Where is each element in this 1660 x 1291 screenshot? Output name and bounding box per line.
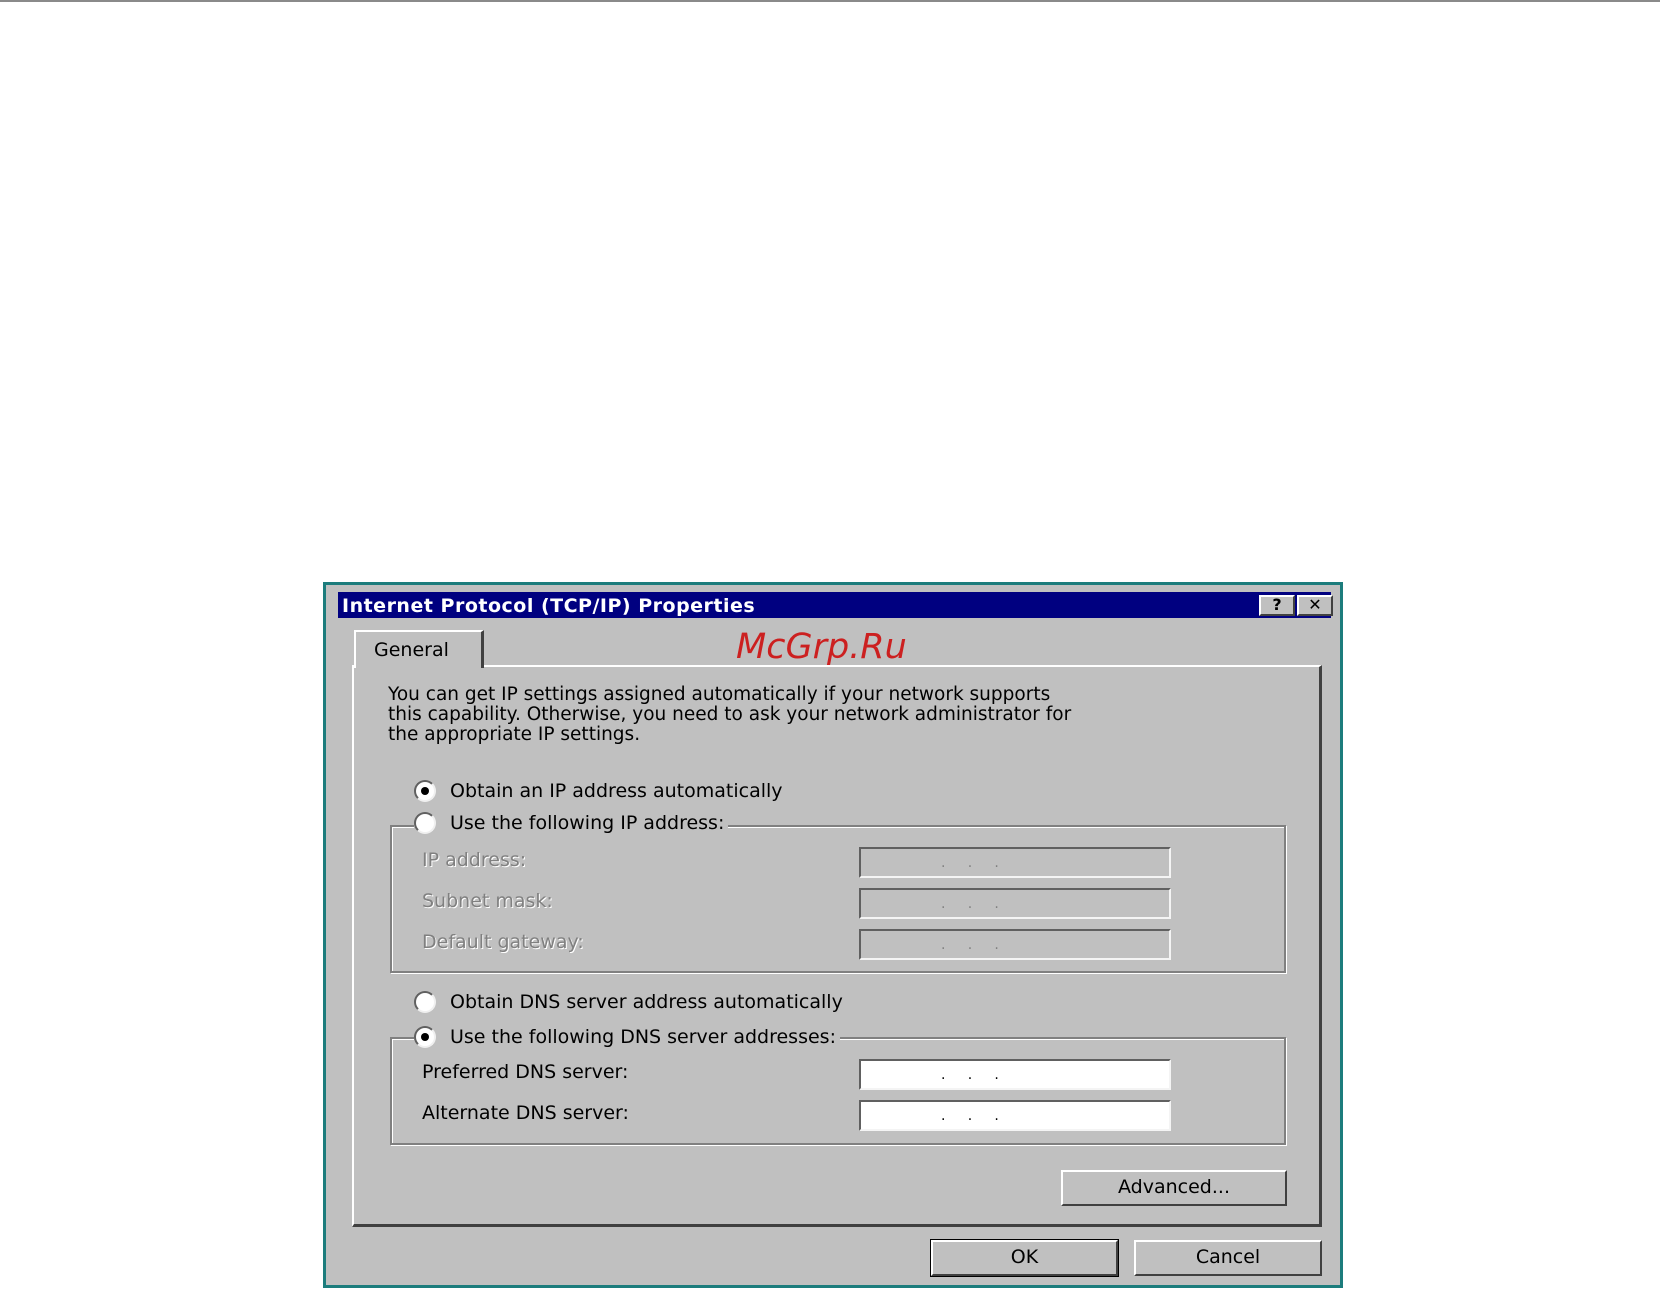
ok-button[interactable]: OK <box>930 1239 1119 1277</box>
subnet-mask-label: Subnet mask: <box>422 890 553 912</box>
help-icon: ? <box>1272 595 1282 614</box>
radio-unchecked-icon <box>414 991 436 1013</box>
dialog-title: Internet Protocol (TCP/IP) Properties <box>342 595 756 617</box>
preferred-dns-label: Preferred DNS server: <box>422 1061 629 1083</box>
radio-checked-icon <box>414 1026 436 1048</box>
advanced-button[interactable]: Advanced... <box>1061 1170 1287 1206</box>
radio-use-following-ip[interactable]: Use the following IP address: <box>414 811 729 835</box>
alternate-dns-input[interactable]: . . . <box>859 1100 1171 1131</box>
radio-use-following-dns[interactable]: Use the following DNS server addresses: <box>414 1025 840 1049</box>
ip-address-value: . . . <box>941 855 999 871</box>
preferred-dns-value: . . . <box>941 1067 999 1083</box>
alternate-dns-label: Alternate DNS server: <box>422 1102 629 1124</box>
top-rule <box>0 0 1660 2</box>
radio-use-following-ip-label: Use the following IP address: <box>450 812 725 834</box>
radio-obtain-dns-auto-label: Obtain DNS server address automatically <box>450 991 843 1013</box>
radio-obtain-ip-auto[interactable]: Obtain an IP address automatically <box>414 779 787 803</box>
close-button[interactable]: ✕ <box>1297 595 1333 616</box>
subnet-mask-input[interactable]: . . . <box>859 888 1171 919</box>
ip-address-label: IP address: <box>422 849 527 871</box>
radio-use-following-dns-label: Use the following DNS server addresses: <box>450 1026 836 1048</box>
preferred-dns-input[interactable]: . . . <box>859 1059 1171 1090</box>
help-button[interactable]: ? <box>1259 595 1295 616</box>
alternate-dns-value: . . . <box>941 1108 999 1124</box>
tab-general[interactable]: General <box>354 630 484 668</box>
intro-text: You can get IP settings assigned automat… <box>388 684 1072 745</box>
radio-unchecked-icon <box>414 812 436 834</box>
close-icon: ✕ <box>1308 595 1322 614</box>
subnet-mask-value: . . . <box>941 896 999 912</box>
tcpip-properties-dialog: Internet Protocol (TCP/IP) Properties ? … <box>323 582 1343 1288</box>
default-gateway-value: . . . <box>941 937 999 953</box>
title-bar[interactable]: Internet Protocol (TCP/IP) Properties ? … <box>338 592 1333 618</box>
radio-checked-icon <box>414 780 436 802</box>
watermark: McGrp.Ru <box>736 627 907 667</box>
default-gateway-input[interactable]: . . . <box>859 929 1171 960</box>
radio-obtain-dns-auto[interactable]: Obtain DNS server address automatically <box>414 990 847 1014</box>
tab-general-label: General <box>374 639 449 661</box>
cancel-button[interactable]: Cancel <box>1134 1240 1322 1276</box>
radio-obtain-ip-auto-label: Obtain an IP address automatically <box>450 780 783 802</box>
ip-address-input[interactable]: . . . <box>859 847 1171 878</box>
default-gateway-label: Default gateway: <box>422 931 584 953</box>
